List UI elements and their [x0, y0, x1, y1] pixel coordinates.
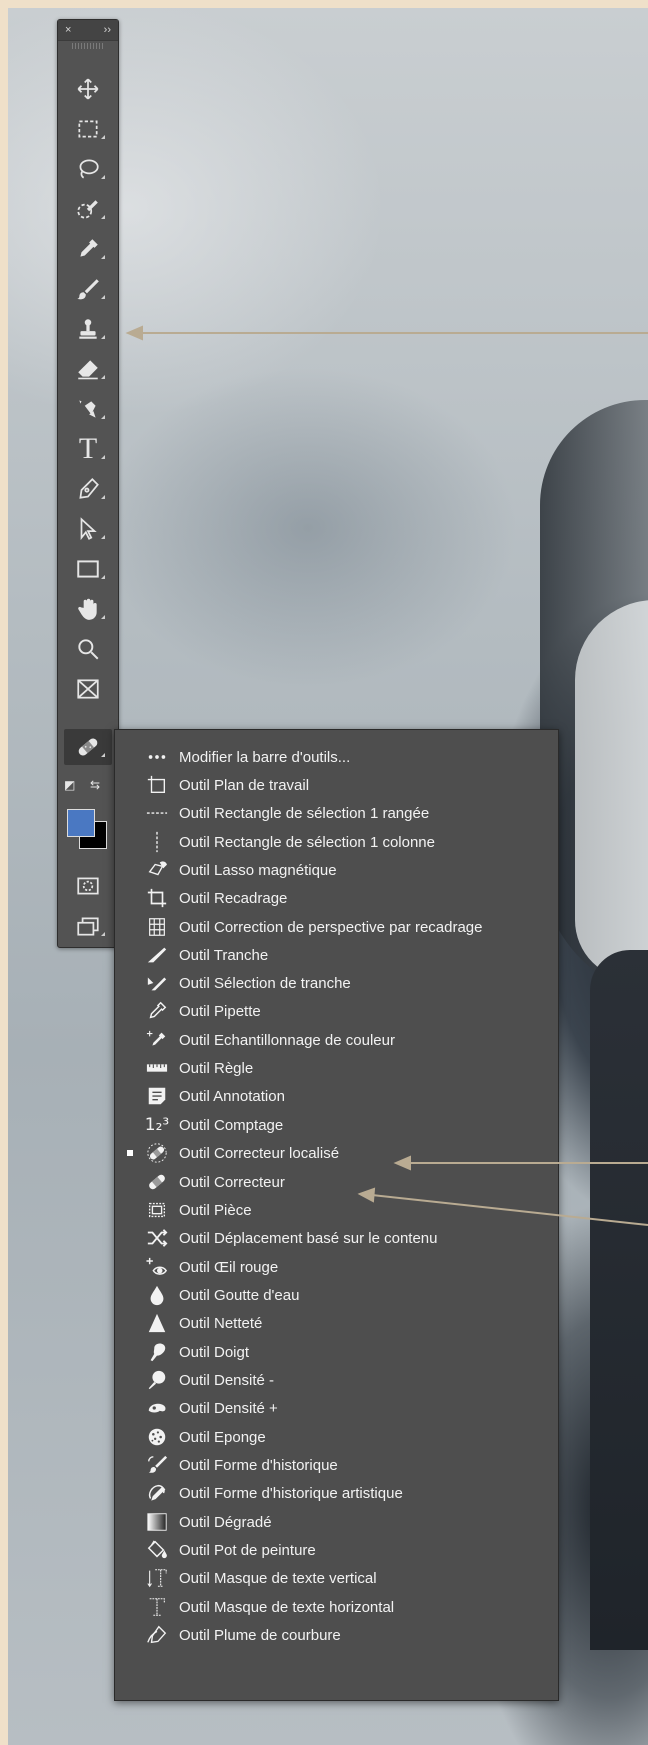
- arrow-head-clone-stamp: [125, 325, 143, 341]
- arrow-to-healing: [371, 1194, 648, 1226]
- arrow-head-spot-healing: [393, 1155, 411, 1171]
- arrow-head-healing: [357, 1187, 376, 1203]
- annotation-arrows: [125, 325, 648, 1226]
